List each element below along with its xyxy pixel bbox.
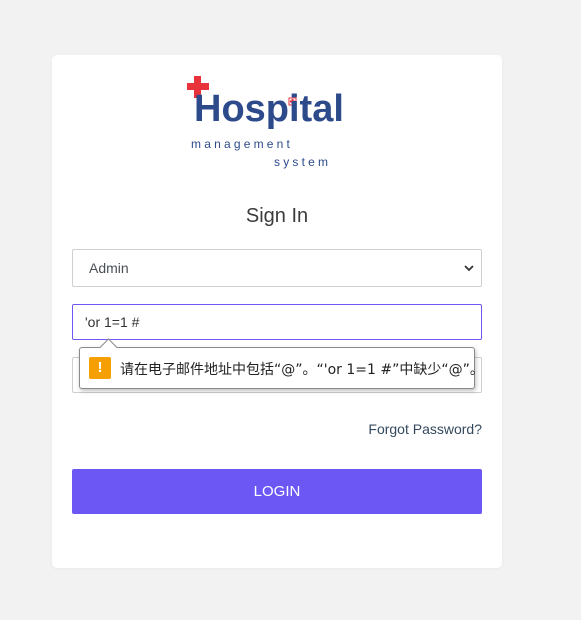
validation-tooltip: ! 请在电子邮件地址中包括“@”。“'or 1=1 #”中缺少“@”。	[79, 338, 484, 389]
hospital-logo: Hospital management system	[184, 75, 356, 175]
role-select[interactable]: Admin	[72, 249, 482, 287]
login-card: Hospital management system Sign In Admin…	[52, 55, 502, 568]
login-button[interactable]: LOGIN	[72, 469, 482, 514]
chevron-down-icon	[464, 265, 474, 272]
validation-message: 请在电子邮件地址中包括“@”。“'or 1=1 #”中缺少“@”。	[120, 362, 484, 378]
logo-wordmark: Hospital	[194, 88, 344, 130]
role-select-value: Admin	[89, 260, 129, 276]
warning-icon: !	[89, 357, 111, 379]
logo-tagline-line2: system	[274, 155, 332, 169]
page-title: Sign In	[245, 205, 309, 227]
email-field[interactable]: 'or 1=1 #	[72, 304, 482, 340]
email-field-value: 'or 1=1 #	[85, 314, 140, 330]
tooltip-arrow	[99, 338, 118, 357]
forgot-password-link[interactable]: Forgot Password?	[368, 421, 482, 437]
logo-tagline-line1: management	[191, 137, 294, 151]
